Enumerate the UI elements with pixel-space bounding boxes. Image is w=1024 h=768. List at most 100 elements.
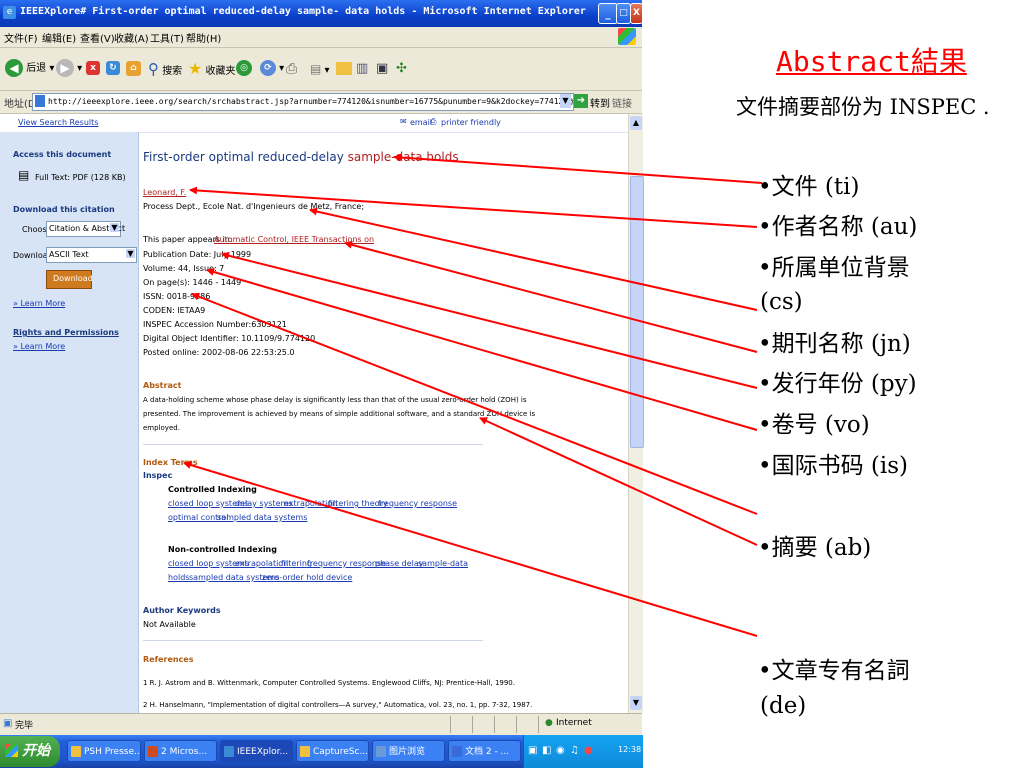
rights-permissions-link[interactable]: Rights and Permissions [13, 328, 119, 337]
links-button[interactable]: 链接 [612, 95, 632, 110]
index-term-link[interactable]: zero-order hold device [262, 573, 352, 582]
article-title-highlight: sample-data holds [347, 150, 459, 164]
menu-help[interactable]: 帮助(H) [186, 30, 221, 45]
index-term-link[interactable]: sample-data [418, 559, 468, 568]
index-term-link[interactable]: holds [168, 573, 189, 582]
view-search-results-link[interactable]: View Search Results [18, 118, 98, 127]
print-button[interactable]: ⎙ [286, 58, 297, 80]
home-button[interactable]: ⌂ [126, 58, 141, 80]
index-term-link[interactable]: phase delay [375, 559, 424, 568]
zone-label: Internet [556, 718, 592, 728]
divider [472, 716, 473, 733]
edit-button[interactable]: ▤ ▾ [310, 58, 330, 80]
taskbar-item[interactable]: 图片浏览 [372, 740, 445, 762]
menu-bar: 文件(F) 编辑(E) 查看(V) 收藏(A) 工具(T) 帮助(H) [0, 27, 642, 48]
scroll-down-icon[interactable]: ▼ [630, 696, 642, 710]
research-button[interactable]: ▥ [356, 58, 368, 80]
divider [143, 444, 483, 445]
app-icon [452, 746, 462, 757]
tools-button[interactable]: ✣ [396, 58, 407, 80]
bullet-descriptors-code: (de) [760, 693, 807, 719]
author-keywords-heading: Author Keywords [143, 606, 221, 615]
address-input[interactable]: http://ieeexplore.ieee.org/search/srchab… [32, 93, 574, 111]
rights-learn-more-link[interactable]: » Learn More [13, 342, 65, 351]
scroll-up-icon[interactable]: ▲ [630, 116, 642, 130]
stop-button[interactable]: x [86, 58, 100, 80]
taskbar-item-label: CaptureSc... [313, 747, 369, 757]
app-icon [224, 746, 234, 757]
author-link[interactable]: Leonard, F. [143, 188, 186, 197]
taskbar-item[interactable]: CaptureSc... [296, 740, 369, 762]
taskbar-item[interactable]: PSH Presse... [67, 740, 141, 762]
messenger-button[interactable]: ▣ [376, 58, 388, 80]
folder-icon [336, 61, 352, 75]
tray-icon[interactable]: ▣ [528, 745, 537, 756]
history-button[interactable]: ⟳ ▾ [260, 58, 284, 80]
journal-link[interactable]: Automatic Control, IEEE Transactions on [214, 235, 374, 244]
slide-intro: 文件摘要部份为 INSPEC . [736, 95, 990, 119]
menu-tools[interactable]: 工具(T) [150, 30, 184, 45]
references-heading: References [143, 655, 194, 664]
email-link[interactable]: email [410, 118, 432, 127]
taskbar-item[interactable]: IEEEXplor... [220, 740, 293, 762]
full-text-link[interactable]: Full Text: PDF (128 KB) [35, 173, 126, 182]
choose-select[interactable]: Citation & Abstract ▼ [46, 221, 125, 237]
index-term-link[interactable]: sampled data systems [217, 513, 307, 522]
doi-text: Digital Object Identifier: 10.1109/9.774… [143, 334, 316, 343]
back-button[interactable]: ◀ 后退 ▾ [5, 58, 54, 80]
stop-icon: x [86, 61, 100, 75]
menu-view[interactable]: 查看(V) [80, 30, 115, 45]
vertical-scrollbar[interactable]: ▲ ▼ [628, 114, 644, 713]
folder-button[interactable] [336, 58, 352, 80]
history-icon: ⟳ [260, 60, 276, 76]
windows-logo-icon [5, 744, 18, 757]
app-icon [376, 746, 386, 757]
printer-icon[interactable]: ⎙ [430, 117, 436, 127]
document-icon: ▤ [18, 168, 30, 182]
media-icon: ◎ [236, 60, 252, 76]
download-format-select[interactable]: ASCII Text ▼ [46, 247, 137, 263]
bullet-abstract: •摘要 (ab) [758, 535, 872, 561]
not-available-text: Not Available [143, 620, 196, 629]
search-icon: ⚲ [148, 60, 159, 78]
media-button[interactable]: ◎ [236, 58, 252, 80]
index-term-link[interactable]: frequency response [378, 499, 457, 508]
tray-icon[interactable]: ◧ [542, 745, 551, 756]
close-button[interactable]: X [630, 3, 643, 24]
search-button[interactable]: ⚲ 搜索 [148, 58, 182, 80]
tools-icon: ✣ [396, 61, 407, 76]
system-tray: ▣ ◧ ◉ ♫ ● 12:38 [523, 735, 643, 768]
menu-favorites[interactable]: 收藏(A) [114, 30, 149, 45]
tray-icon[interactable]: ♫ [570, 745, 579, 756]
left-sidebar: Access this document ▤ Full Text: PDF (1… [0, 132, 139, 713]
divider [450, 716, 451, 733]
download-button[interactable]: Download [46, 270, 93, 289]
status-bar: ▣ 完毕 ● Internet [0, 713, 642, 736]
menu-file[interactable]: 文件(F) [4, 30, 38, 45]
divider [494, 716, 495, 733]
start-button[interactable]: 开始 [0, 736, 60, 767]
refresh-button[interactable]: ↻ [106, 58, 120, 80]
favorites-label: 收藏夹 [205, 66, 236, 77]
tray-icon[interactable]: ◉ [556, 745, 565, 756]
menu-edit[interactable]: 编辑(E) [42, 30, 76, 45]
minimize-button[interactable]: _ [598, 3, 618, 24]
bullet-issn: •国际书码 (is) [758, 453, 908, 479]
go-arrow-icon[interactable]: ➜ [574, 94, 588, 108]
printer-friendly-link[interactable]: printer friendly [441, 118, 501, 127]
go-button[interactable]: 转到 [590, 95, 610, 110]
back-label: 后退 [26, 63, 47, 74]
scroll-thumb[interactable] [630, 176, 644, 448]
maximize-button[interactable]: □ [616, 3, 631, 24]
taskbar-item[interactable]: 2 Micros... [144, 740, 217, 762]
print-icon: ⎙ [286, 61, 298, 77]
forward-button[interactable]: ▶ ▾ [56, 58, 82, 80]
email-icon[interactable]: ✉ [400, 117, 407, 126]
abstract-line: presented. The improvement is achieved b… [143, 410, 536, 418]
pages-text: On page(s): 1446 - 1449 [143, 278, 242, 287]
address-dropdown-icon[interactable]: ▼ [560, 94, 571, 108]
taskbar-item[interactable]: 文档 2 - ... [448, 740, 521, 762]
favorites-button[interactable]: ★ 收藏夹 [188, 58, 236, 80]
learn-more-link[interactable]: » Learn More [13, 299, 65, 308]
tray-icon[interactable]: ● [584, 745, 593, 756]
